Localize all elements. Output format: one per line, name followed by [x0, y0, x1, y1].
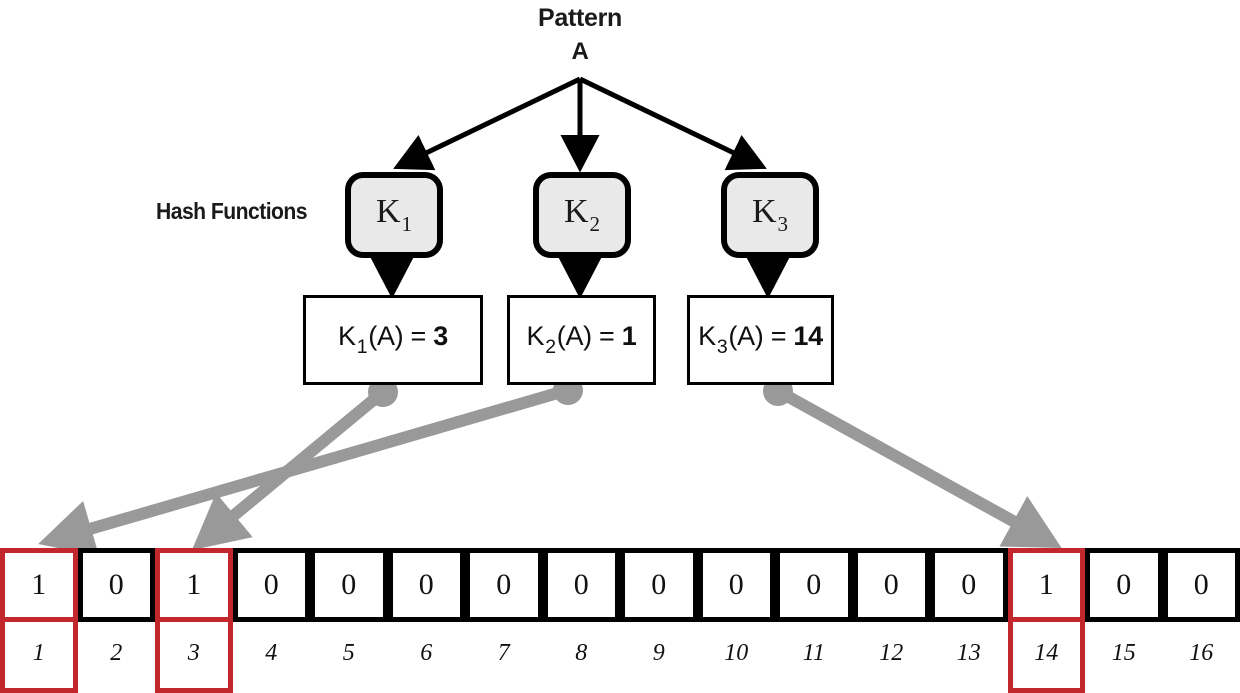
result-box-k1: K1(A) = 3 [303, 295, 483, 385]
result-box-k3: K3(A) = 14 [687, 295, 834, 385]
arrow-pattern-to-k3 [578, 76, 767, 171]
pattern-to-hash-arrows [393, 76, 767, 173]
bit-index-label-3: 3 [187, 640, 200, 666]
bit-index-label-8: 8 [575, 640, 588, 666]
bit-cell-15[interactable]: 0 [1085, 548, 1163, 622]
bit-index-label-9: 9 [652, 640, 665, 666]
bit-index-label-15: 15 [1111, 640, 1136, 666]
bit-index-label-6: 6 [420, 640, 433, 666]
bit-cell-10[interactable]: 0 [697, 548, 775, 622]
bit-index-label-4: 4 [265, 640, 278, 666]
arrow-k3-to-cell-14 [775, 385, 1062, 548]
result-to-bit-arrows [38, 375, 1062, 557]
bit-index-label-13: 13 [956, 640, 981, 666]
bit-index-label-2: 2 [110, 640, 123, 666]
bit-cell-2[interactable]: 0 [77, 548, 155, 622]
hash-to-result-arrows [368, 253, 792, 299]
bit-array-index-row: 1 2 3 4 5 6 7 8 9 10 11 12 13 14 15 16 [0, 622, 1240, 693]
bit-cell-5[interactable]: 0 [310, 548, 388, 622]
hash-function-k1-glyph: K1 [375, 193, 413, 236]
pattern-value: A [571, 38, 589, 65]
bit-cell-3[interactable]: 1 [155, 548, 233, 622]
result-text-k2: K2(A) = 1 [526, 320, 637, 359]
bit-cell-7[interactable]: 0 [465, 548, 543, 622]
bit-index-label-10: 10 [724, 640, 749, 666]
bit-cell-13[interactable]: 0 [930, 548, 1008, 622]
bit-index-label-5: 5 [342, 640, 355, 666]
bit-cell-9[interactable]: 0 [620, 548, 698, 622]
bit-index-label-12: 12 [879, 640, 904, 666]
bit-array: 1010000000000100 [0, 548, 1240, 693]
bit-cell-12[interactable]: 0 [852, 548, 930, 622]
bloom-filter-diagram: Pattern A Hash Functions K1 K2 K3 K1(A) … [0, 0, 1240, 693]
hash-functions-label: Hash Functions [156, 198, 308, 224]
bit-cell-1[interactable]: 1 [0, 548, 78, 622]
hash-function-box-k3[interactable]: K3 [721, 172, 819, 258]
bit-cell-4[interactable]: 0 [232, 548, 310, 622]
arrow-pattern-to-k1 [393, 76, 582, 171]
bit-cell-6[interactable]: 0 [387, 548, 465, 622]
hash-function-k3-glyph: K3 [751, 193, 789, 236]
bit-index-label-16: 16 [1189, 640, 1214, 666]
result-text-k3: K3(A) = 14 [698, 320, 823, 359]
bit-index-label-1: 1 [32, 640, 45, 666]
result-box-k2: K2(A) = 1 [507, 295, 656, 385]
bit-cell-8[interactable]: 0 [542, 548, 620, 622]
bit-cell-11[interactable]: 0 [775, 548, 853, 622]
arrow-k2-to-cell-1 [38, 384, 570, 557]
hash-function-box-k2[interactable]: K2 [533, 172, 631, 258]
bit-index-label-14: 14 [1034, 640, 1059, 666]
arrow-k1-to-cell-3 [191, 387, 387, 551]
bit-cell-16[interactable]: 0 [1162, 548, 1240, 622]
result-text-k1: K1(A) = 3 [338, 320, 448, 359]
bit-index-label-7: 7 [497, 640, 510, 666]
pattern-caption: Pattern [537, 4, 623, 32]
bit-cell-14[interactable]: 1 [1007, 548, 1085, 622]
bit-index-label-11: 11 [802, 640, 825, 666]
hash-function-k2-glyph: K2 [563, 193, 601, 236]
hash-function-box-k1[interactable]: K1 [345, 172, 443, 258]
